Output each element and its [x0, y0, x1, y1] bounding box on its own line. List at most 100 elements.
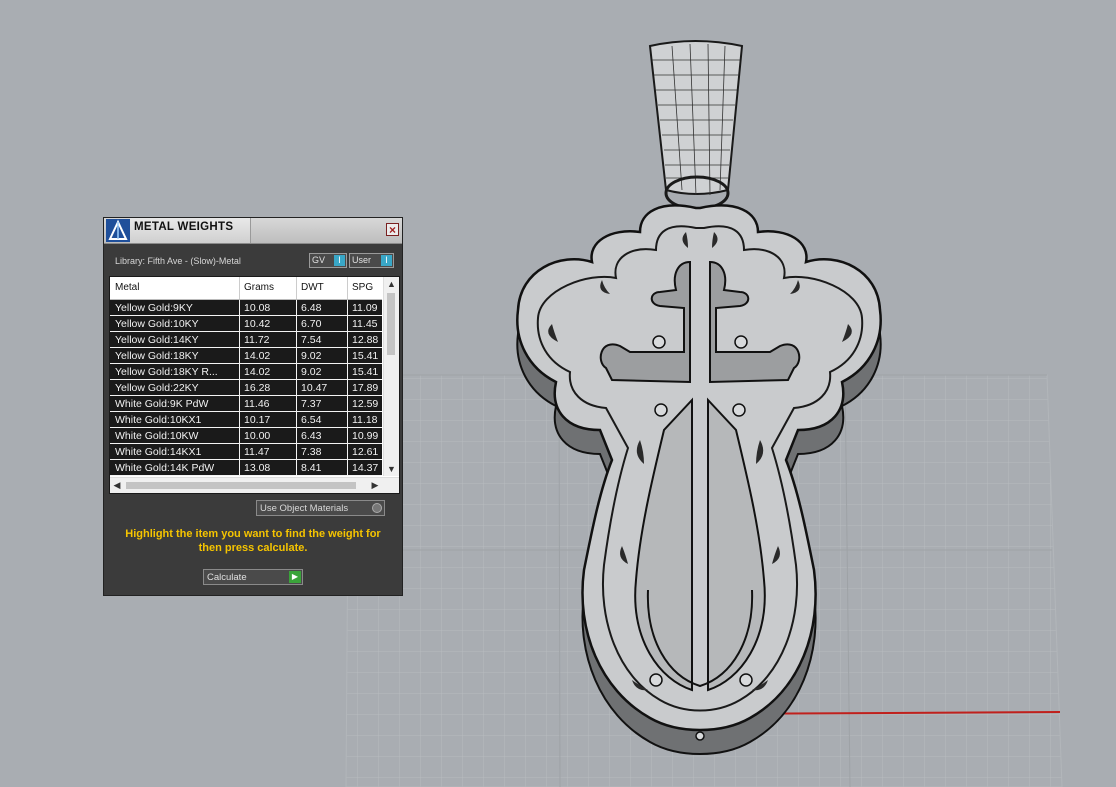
horizontal-scroll-thumb[interactable] — [126, 482, 356, 489]
cell-divider — [296, 444, 297, 460]
toggle-switch-icon: I — [334, 255, 345, 266]
panel-title: METAL WEIGHTS — [134, 221, 234, 233]
table-row[interactable]: White Gold:10KW 10.00 6.43 10.99 — [110, 428, 382, 444]
cell-divider — [239, 444, 240, 460]
gv-toggle[interactable]: GV I — [309, 253, 347, 268]
cell-divider — [296, 364, 297, 380]
horizontal-scrollbar[interactable]: ◀ ▶ — [110, 477, 399, 493]
gv-toggle-label: GV — [312, 255, 326, 265]
use-object-materials-label: Use Object Materials — [260, 503, 349, 514]
metal-table[interactable]: Metal Grams DWT SPG Yellow Gold:9KY 10.08… — [109, 276, 400, 494]
column-header-metal[interactable]: Metal — [115, 282, 139, 293]
table-row[interactable]: Yellow Gold:9KY 10.08 6.48 11.09 — [110, 300, 382, 316]
plugin-logo-icon — [106, 219, 130, 242]
screw — [649, 673, 663, 687]
calculate-label: Calculate — [207, 572, 247, 583]
cell-divider — [296, 316, 297, 332]
table-row[interactable]: Yellow Gold:14KY 11.72 7.54 12.88 — [110, 332, 382, 348]
table-row[interactable]: Yellow Gold:18KY R... 14.02 9.02 15.41 — [110, 364, 382, 380]
scroll-up-icon[interactable]: ▲ — [384, 277, 399, 291]
cell-divider — [239, 396, 240, 412]
cell-divider — [296, 348, 297, 364]
cell-divider — [347, 428, 348, 444]
cell-divider — [347, 412, 348, 428]
close-button[interactable]: × — [386, 223, 399, 236]
screw — [695, 731, 705, 741]
instruction-text: Highlight the item you want to find the … — [125, 528, 381, 554]
cell-spg: 15.41 — [352, 366, 379, 378]
scroll-down-icon[interactable]: ▼ — [384, 462, 399, 476]
cell-divider — [347, 396, 348, 412]
cell-divider — [239, 316, 240, 332]
screw — [734, 335, 748, 349]
table-row[interactable]: White Gold:10KX1 10.17 6.54 11.18 — [110, 412, 382, 428]
cell-divider — [296, 396, 297, 412]
cell-dwt: 6.54 — [301, 414, 322, 426]
column-divider[interactable] — [239, 277, 240, 299]
use-object-materials-toggle[interactable]: Use Object Materials — [256, 500, 385, 516]
cell-grams: 10.00 — [244, 430, 271, 442]
table-header: Metal Grams DWT SPG — [110, 277, 382, 300]
table-row[interactable]: Yellow Gold:22KY 16.28 10.47 17.89 — [110, 380, 382, 396]
library-label: Library: Fifth Ave - (Slow)-Metal — [115, 256, 241, 266]
column-divider[interactable] — [296, 277, 297, 299]
cell-divider — [239, 364, 240, 380]
cell-metal: White Gold:14K PdW — [115, 462, 215, 474]
user-toggle[interactable]: User I — [349, 253, 394, 268]
scroll-right-icon[interactable]: ▶ — [368, 478, 382, 493]
cell-dwt: 10.47 — [301, 382, 328, 394]
cell-dwt: 6.43 — [301, 430, 322, 442]
cell-divider — [239, 380, 240, 396]
table-row[interactable]: Yellow Gold:18KY 14.02 9.02 15.41 — [110, 348, 382, 364]
cell-divider — [296, 412, 297, 428]
cell-spg: 11.09 — [352, 302, 378, 314]
cell-dwt: 7.37 — [301, 398, 322, 410]
cell-grams: 16.28 — [244, 382, 271, 394]
cell-divider — [347, 380, 348, 396]
cell-divider — [239, 428, 240, 444]
table-row[interactable]: White Gold:9K PdW 11.46 7.37 12.59 — [110, 396, 382, 412]
cell-divider — [347, 348, 348, 364]
user-toggle-label: User — [352, 255, 372, 265]
screw — [654, 403, 668, 417]
radio-toggle-icon — [372, 503, 382, 513]
calculate-button[interactable]: Calculate ▶ — [203, 569, 303, 585]
cell-metal: White Gold:10KW — [115, 430, 199, 442]
column-divider[interactable] — [347, 277, 348, 299]
table-row[interactable]: Yellow Gold:10KY 10.42 6.70 11.45 — [110, 316, 382, 332]
3d-viewport[interactable]: METAL WEIGHTS × Library: Fifth Ave - (Sl… — [0, 0, 1116, 787]
cell-dwt: 6.70 — [301, 318, 322, 330]
cell-divider — [296, 380, 297, 396]
cell-divider — [239, 412, 240, 428]
screw — [739, 673, 753, 687]
cell-grams: 13.08 — [244, 462, 271, 474]
column-header-grams[interactable]: Grams — [244, 282, 274, 293]
cell-divider — [347, 332, 348, 348]
cell-metal: Yellow Gold:22KY — [115, 382, 199, 394]
cell-divider — [296, 460, 297, 476]
cell-dwt: 8.41 — [301, 462, 322, 474]
cell-divider — [239, 460, 240, 476]
cell-metal: White Gold:10KX1 — [115, 414, 202, 426]
cell-spg: 11.45 — [352, 318, 378, 330]
screw — [652, 335, 666, 349]
metal-weights-panel[interactable]: METAL WEIGHTS × Library: Fifth Ave - (Sl… — [103, 217, 403, 596]
cell-grams: 11.46 — [244, 398, 270, 410]
column-header-spg[interactable]: SPG — [352, 282, 373, 293]
cell-metal: Yellow Gold:18KY R... — [115, 366, 218, 378]
table-row[interactable]: White Gold:14K PdW 13.08 8.41 14.37 — [110, 460, 382, 476]
cell-spg: 12.88 — [352, 334, 379, 346]
cell-spg: 14.37 — [352, 462, 379, 474]
panel-titlebar[interactable]: METAL WEIGHTS × — [104, 218, 402, 244]
cell-divider — [296, 428, 297, 444]
column-header-dwt[interactable]: DWT — [301, 282, 324, 293]
cell-dwt: 6.48 — [301, 302, 322, 314]
cell-spg: 11.18 — [352, 414, 378, 426]
scroll-left-icon[interactable]: ◀ — [110, 478, 124, 493]
vertical-scrollbar[interactable]: ▲ ▼ — [383, 277, 399, 476]
vertical-scroll-thumb[interactable] — [387, 293, 395, 355]
table-row[interactable]: White Gold:14KX1 11.47 7.38 12.61 — [110, 444, 382, 460]
cell-spg: 12.59 — [352, 398, 379, 410]
cell-divider — [347, 300, 348, 316]
cell-dwt: 7.38 — [301, 446, 322, 458]
